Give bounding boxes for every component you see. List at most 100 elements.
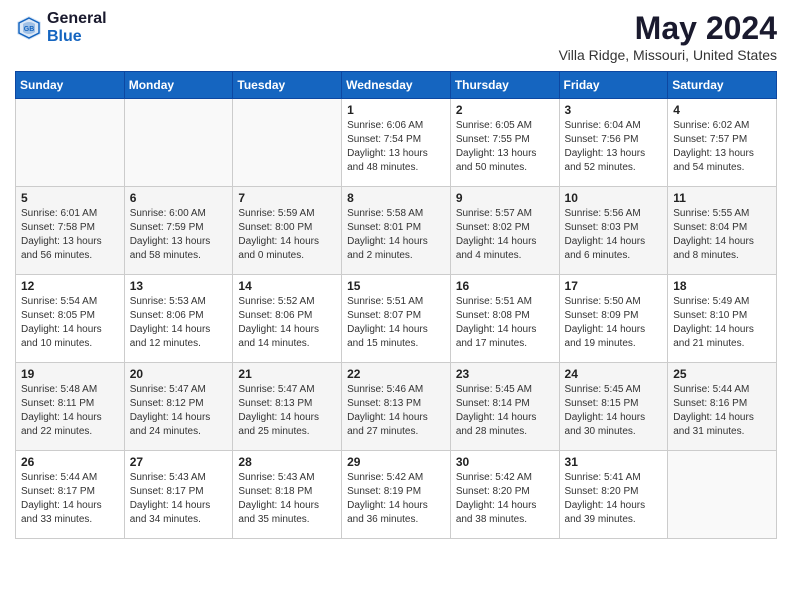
calendar-cell: 12 Sunrise: 5:54 AM Sunset: 8:05 PM Dayli…	[16, 275, 125, 363]
cell-details: Sunrise: 5:57 AM Sunset: 8:02 PM Dayligh…	[456, 207, 554, 263]
day-number: 6	[130, 191, 228, 205]
day-number: 1	[347, 103, 445, 117]
weekday-header-saturday: Saturday	[668, 72, 777, 99]
cell-details: Sunrise: 5:52 AM Sunset: 8:06 PM Dayligh…	[238, 295, 336, 351]
day-number: 26	[21, 455, 119, 469]
cell-details: Sunrise: 5:51 AM Sunset: 8:08 PM Dayligh…	[456, 295, 554, 351]
calendar-cell	[233, 99, 342, 187]
weekday-header-friday: Friday	[559, 72, 668, 99]
calendar-cell: 17Sunrise: 5:50 AM Sunset: 8:09 PM Dayli…	[559, 275, 668, 363]
cell-details: Sunrise: 5:48 AM Sunset: 8:11 PM Dayligh…	[21, 383, 119, 439]
day-number: 18	[673, 279, 771, 293]
day-number: 29	[347, 455, 445, 469]
logo-blue: Blue	[47, 28, 107, 46]
cell-details: Sunrise: 6:02 AM Sunset: 7:57 PM Dayligh…	[673, 119, 771, 175]
cell-details: Sunrise: 5:42 AM Sunset: 8:20 PM Dayligh…	[456, 471, 554, 527]
calendar-cell: 10 Sunrise: 5:56 AM Sunset: 8:03 PM Dayli…	[559, 187, 668, 275]
logo-general: General	[47, 10, 107, 28]
cell-details: Sunrise: 5:53 AM Sunset: 8:06 PM Dayligh…	[130, 295, 228, 351]
calendar-week-row: 1Sunrise: 6:06 AM Sunset: 7:54 PM Daylig…	[16, 99, 777, 187]
calendar-cell	[16, 99, 125, 187]
cell-details: Sunrise: 5:41 AM Sunset: 8:20 PM Dayligh…	[565, 471, 663, 527]
calendar-cell: 30 Sunrise: 5:42 AM Sunset: 8:20 PM Dayli…	[450, 451, 559, 539]
cell-details: Sunrise: 5:47 AM Sunset: 8:12 PM Dayligh…	[130, 383, 228, 439]
day-number: 15	[347, 279, 445, 293]
page-header: GB General Blue May 2024 Villa Ridge, Mi…	[15, 10, 777, 63]
calendar-week-row: 5Sunrise: 6:01 AM Sunset: 7:58 PM Daylig…	[16, 187, 777, 275]
cell-details: Sunrise: 5:58 AM Sunset: 8:01 PM Dayligh…	[347, 207, 445, 263]
day-number: 11	[673, 191, 771, 205]
cell-details: Sunrise: 6:00 AM Sunset: 7:59 PM Dayligh…	[130, 207, 228, 263]
day-number: 22	[347, 367, 445, 381]
calendar-cell	[124, 99, 233, 187]
calendar-cell: 15 Sunrise: 5:51 AM Sunset: 8:07 PM Dayli…	[342, 275, 451, 363]
cell-details: Sunrise: 5:51 AM Sunset: 8:07 PM Dayligh…	[347, 295, 445, 351]
day-number: 2	[456, 103, 554, 117]
day-number: 10	[565, 191, 663, 205]
calendar-cell: 28 Sunrise: 5:43 AM Sunset: 8:18 PM Dayli…	[233, 451, 342, 539]
cell-details: Sunrise: 5:44 AM Sunset: 8:17 PM Dayligh…	[21, 471, 119, 527]
calendar-cell	[668, 451, 777, 539]
title-block: May 2024 Villa Ridge, Missouri, United S…	[559, 10, 777, 63]
cell-details: Sunrise: 5:44 AM Sunset: 8:16 PM Dayligh…	[673, 383, 771, 439]
day-number: 3	[565, 103, 663, 117]
cell-details: Sunrise: 6:05 AM Sunset: 7:55 PM Dayligh…	[456, 119, 554, 175]
cell-details: Sunrise: 5:45 AM Sunset: 8:14 PM Dayligh…	[456, 383, 554, 439]
day-number: 12	[21, 279, 119, 293]
location: Villa Ridge, Missouri, United States	[559, 47, 777, 63]
weekday-header-thursday: Thursday	[450, 72, 559, 99]
cell-details: Sunrise: 5:49 AM Sunset: 8:10 PM Dayligh…	[673, 295, 771, 351]
calendar-cell: 29 Sunrise: 5:42 AM Sunset: 8:19 PM Dayli…	[342, 451, 451, 539]
day-number: 9	[456, 191, 554, 205]
cell-details: Sunrise: 5:56 AM Sunset: 8:03 PM Dayligh…	[565, 207, 663, 263]
calendar-cell: 13 Sunrise: 5:53 AM Sunset: 8:06 PM Dayli…	[124, 275, 233, 363]
weekday-header-sunday: Sunday	[16, 72, 125, 99]
cell-details: Sunrise: 5:43 AM Sunset: 8:18 PM Dayligh…	[238, 471, 336, 527]
calendar-cell: 14 Sunrise: 5:52 AM Sunset: 8:06 PM Dayli…	[233, 275, 342, 363]
calendar-cell: 5Sunrise: 6:01 AM Sunset: 7:58 PM Daylig…	[16, 187, 125, 275]
cell-details: Sunrise: 5:54 AM Sunset: 8:05 PM Dayligh…	[21, 295, 119, 351]
calendar-cell: 1Sunrise: 6:06 AM Sunset: 7:54 PM Daylig…	[342, 99, 451, 187]
calendar-cell: 9 Sunrise: 5:57 AM Sunset: 8:02 PM Daylig…	[450, 187, 559, 275]
calendar-cell: 19 Sunrise: 5:48 AM Sunset: 8:11 PM Dayli…	[16, 363, 125, 451]
month-title: May 2024	[559, 10, 777, 47]
day-number: 20	[130, 367, 228, 381]
calendar-cell: 23 Sunrise: 5:45 AM Sunset: 8:14 PM Dayli…	[450, 363, 559, 451]
calendar-cell: 7Sunrise: 5:59 AM Sunset: 8:00 PM Daylig…	[233, 187, 342, 275]
calendar-week-row: 12 Sunrise: 5:54 AM Sunset: 8:05 PM Dayli…	[16, 275, 777, 363]
calendar-cell: 25 Sunrise: 5:44 AM Sunset: 8:16 PM Dayli…	[668, 363, 777, 451]
calendar-cell: 4Sunrise: 6:02 AM Sunset: 7:57 PM Daylig…	[668, 99, 777, 187]
cell-details: Sunrise: 6:04 AM Sunset: 7:56 PM Dayligh…	[565, 119, 663, 175]
calendar-cell: 24 Sunrise: 5:45 AM Sunset: 8:15 PM Dayli…	[559, 363, 668, 451]
day-number: 28	[238, 455, 336, 469]
cell-details: Sunrise: 5:42 AM Sunset: 8:19 PM Dayligh…	[347, 471, 445, 527]
calendar-cell: 20 Sunrise: 5:47 AM Sunset: 8:12 PM Dayli…	[124, 363, 233, 451]
calendar-cell: 3 Sunrise: 6:04 AM Sunset: 7:56 PM Daylig…	[559, 99, 668, 187]
calendar-cell: 11Sunrise: 5:55 AM Sunset: 8:04 PM Dayli…	[668, 187, 777, 275]
cell-details: Sunrise: 5:47 AM Sunset: 8:13 PM Dayligh…	[238, 383, 336, 439]
weekday-header-row: SundayMondayTuesdayWednesdayThursdayFrid…	[16, 72, 777, 99]
cell-details: Sunrise: 5:43 AM Sunset: 8:17 PM Dayligh…	[130, 471, 228, 527]
calendar-cell: 18 Sunrise: 5:49 AM Sunset: 8:10 PM Dayli…	[668, 275, 777, 363]
day-number: 25	[673, 367, 771, 381]
cell-details: Sunrise: 5:50 AM Sunset: 8:09 PM Dayligh…	[565, 295, 663, 351]
calendar-cell: 6 Sunrise: 6:00 AM Sunset: 7:59 PM Daylig…	[124, 187, 233, 275]
cell-details: Sunrise: 5:45 AM Sunset: 8:15 PM Dayligh…	[565, 383, 663, 439]
calendar-cell: 2 Sunrise: 6:05 AM Sunset: 7:55 PM Daylig…	[450, 99, 559, 187]
calendar-cell: 21 Sunrise: 5:47 AM Sunset: 8:13 PM Dayli…	[233, 363, 342, 451]
day-number: 13	[130, 279, 228, 293]
day-number: 14	[238, 279, 336, 293]
calendar-cell: 8 Sunrise: 5:58 AM Sunset: 8:01 PM Daylig…	[342, 187, 451, 275]
weekday-header-wednesday: Wednesday	[342, 72, 451, 99]
day-number: 23	[456, 367, 554, 381]
day-number: 8	[347, 191, 445, 205]
day-number: 19	[21, 367, 119, 381]
cell-details: Sunrise: 5:46 AM Sunset: 8:13 PM Dayligh…	[347, 383, 445, 439]
day-number: 16	[456, 279, 554, 293]
logo-icon: GB	[15, 14, 43, 42]
day-number: 7	[238, 191, 336, 205]
day-number: 30	[456, 455, 554, 469]
day-number: 21	[238, 367, 336, 381]
weekday-header-monday: Monday	[124, 72, 233, 99]
day-number: 24	[565, 367, 663, 381]
